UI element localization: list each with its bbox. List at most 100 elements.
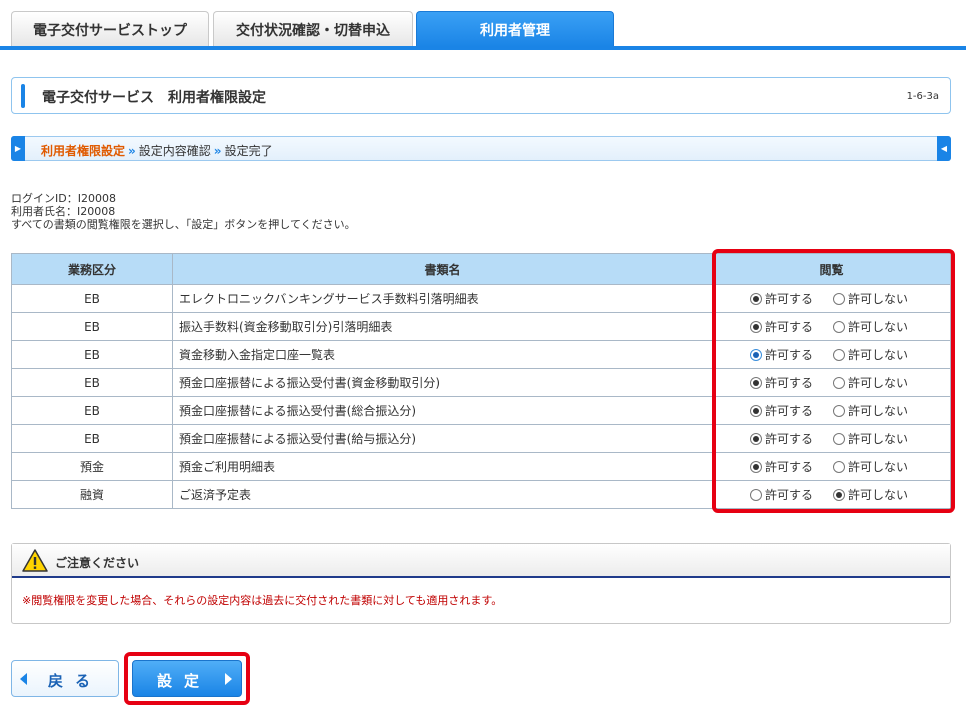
table-header-row: 業務区分 書類名 閲覧 bbox=[11, 253, 951, 285]
row-document: 預金口座振替による振込受付書(総合振込分) bbox=[172, 396, 713, 425]
row-category: EB bbox=[11, 340, 173, 369]
radio-allow-label: 許可する bbox=[765, 488, 814, 502]
radio-group: 許可する 許可しない bbox=[713, 290, 950, 307]
back-button-label: 戻る bbox=[48, 672, 103, 690]
row-view: 許可する 許可しない bbox=[712, 312, 951, 341]
row-category: EB bbox=[11, 284, 173, 313]
radio-allow-label: 許可する bbox=[765, 404, 814, 418]
radio-deny-label: 許可しない bbox=[848, 348, 909, 362]
page-title-box: 電子交付サービス 利用者権限設定 1-6-3a bbox=[11, 77, 951, 114]
header-document: 書類名 bbox=[172, 253, 713, 285]
radio-allow-circle-icon bbox=[750, 348, 762, 361]
user-name-value: I20008 bbox=[77, 205, 116, 218]
title-accent-bar bbox=[21, 84, 25, 108]
radio-deny-circle-icon bbox=[833, 292, 846, 305]
forward-arrow-icon bbox=[225, 673, 232, 685]
tab-user-management[interactable]: 利用者管理 bbox=[416, 11, 614, 47]
radio-group: 許可する 許可しない bbox=[713, 374, 950, 391]
radio-allow[interactable]: 許可する bbox=[750, 290, 813, 307]
user-name-line: 利用者氏名：I20008 bbox=[11, 205, 356, 218]
radio-allow[interactable]: 許可する bbox=[750, 430, 813, 447]
caution-box: ご注意ください ※閲覧権限を変更した場合、それらの設定内容は過去に交付された書類… bbox=[11, 543, 951, 624]
row-category: EB bbox=[11, 424, 173, 453]
back-button[interactable]: 戻る bbox=[11, 660, 119, 697]
radio-allow-circle-icon bbox=[750, 320, 762, 333]
radio-allow[interactable]: 許可する bbox=[750, 458, 813, 475]
table-row: EB 預金口座振替による振込受付書(資金移動取引分) 許可する 許可しない bbox=[11, 368, 951, 397]
row-category: 預金 bbox=[11, 452, 173, 481]
header-category: 業務区分 bbox=[11, 253, 173, 285]
row-document: 預金口座振替による振込受付書(資金移動取引分) bbox=[172, 368, 713, 397]
set-button[interactable]: 設定 bbox=[132, 660, 242, 697]
radio-allow[interactable]: 許可する bbox=[750, 374, 813, 391]
radio-deny[interactable]: 許可しない bbox=[833, 290, 908, 307]
row-document: 資金移動入金指定口座一覧表 bbox=[172, 340, 713, 369]
radio-allow[interactable]: 許可する bbox=[750, 486, 813, 503]
step-text: 利用者権限設定» 設定内容確認» 設定完了 bbox=[41, 142, 273, 159]
caution-text: ※閲覧権限を変更した場合、それらの設定内容は過去に交付された書類に対しても適用さ… bbox=[22, 594, 503, 607]
radio-allow[interactable]: 許可する bbox=[750, 318, 813, 335]
tab-underline bbox=[0, 46, 966, 50]
radio-deny[interactable]: 許可しない bbox=[833, 374, 908, 391]
row-view: 許可する 許可しない bbox=[712, 424, 951, 453]
radio-group: 許可する 許可しない bbox=[713, 318, 950, 335]
tab-status-check[interactable]: 交付状況確認・切替申込 bbox=[213, 11, 413, 47]
table-row: 預金 預金ご利用明細表 許可する 許可しない bbox=[11, 452, 951, 481]
radio-allow-circle-icon bbox=[750, 488, 762, 501]
step-current: 利用者権限設定 bbox=[41, 144, 126, 158]
radio-allow-circle-icon bbox=[750, 432, 762, 445]
radio-allow-label: 許可する bbox=[765, 292, 814, 306]
login-id-value: I20008 bbox=[77, 192, 116, 205]
radio-deny-circle-icon bbox=[833, 376, 846, 389]
row-view: 許可する 許可しない bbox=[712, 284, 951, 313]
row-document: 振込手数料(資金移動取引分)引落明細表 bbox=[172, 312, 713, 341]
radio-deny-label: 許可しない bbox=[848, 404, 909, 418]
tab-esd-top[interactable]: 電子交付サービストップ bbox=[11, 11, 209, 47]
radio-allow-label: 許可する bbox=[765, 348, 814, 362]
caution-header: ご注意ください bbox=[12, 544, 950, 578]
radio-deny-label: 許可しない bbox=[848, 460, 909, 474]
radio-deny-circle-icon bbox=[833, 460, 846, 473]
radio-deny[interactable]: 許可しない bbox=[833, 346, 908, 363]
radio-deny-circle-icon bbox=[833, 348, 846, 361]
radio-deny-label: 許可しない bbox=[848, 488, 909, 502]
login-id-line: ログインID：I20008 bbox=[11, 192, 356, 205]
page-title: 電子交付サービス 利用者権限設定 bbox=[42, 90, 266, 106]
radio-allow-circle-icon bbox=[750, 292, 762, 305]
screen-code: 1-6-3a bbox=[906, 91, 939, 102]
row-category: EB bbox=[11, 368, 173, 397]
row-document: 預金ご利用明細表 bbox=[172, 452, 713, 481]
radio-deny[interactable]: 許可しない bbox=[833, 486, 908, 503]
row-view: 許可する 許可しない bbox=[712, 340, 951, 369]
radio-deny[interactable]: 許可しない bbox=[833, 430, 908, 447]
radio-deny-circle-icon bbox=[833, 432, 846, 445]
radio-deny[interactable]: 許可しない bbox=[833, 318, 908, 335]
radio-allow-circle-icon bbox=[750, 460, 762, 473]
row-view: 許可する 許可しない bbox=[712, 452, 951, 481]
radio-allow-label: 許可する bbox=[765, 320, 814, 334]
radio-group: 許可する 許可しない bbox=[713, 402, 950, 419]
step-confirm: 設定内容確認 bbox=[138, 144, 211, 158]
radio-group: 許可する 許可しない bbox=[713, 486, 950, 503]
radio-deny[interactable]: 許可しない bbox=[833, 402, 908, 419]
radio-deny-circle-icon bbox=[833, 320, 846, 333]
radio-allow-circle-icon bbox=[750, 376, 762, 389]
row-view: 許可する 許可しない bbox=[712, 368, 951, 397]
caution-title: ご注意ください bbox=[55, 556, 140, 570]
step-separator-icon: » bbox=[213, 144, 222, 158]
tab-bar: 電子交付サービストップ 交付状況確認・切替申込 利用者管理 bbox=[0, 0, 966, 50]
radio-deny[interactable]: 許可しない bbox=[833, 458, 908, 475]
step-complete: 設定完了 bbox=[224, 144, 273, 158]
radio-allow[interactable]: 許可する bbox=[750, 346, 813, 363]
radio-group: 許可する 許可しない bbox=[713, 430, 950, 447]
row-document: エレクトロニックバンキングサービス手数料引落明細表 bbox=[172, 284, 713, 313]
radio-deny-circle-icon bbox=[833, 404, 846, 417]
step-separator-icon: » bbox=[128, 144, 136, 158]
table-row: EB 預金口座振替による振込受付書(総合振込分) 許可する 許可しない bbox=[11, 396, 951, 425]
row-category: EB bbox=[11, 312, 173, 341]
radio-allow-circle-icon bbox=[750, 404, 762, 417]
radio-deny-label: 許可しない bbox=[848, 432, 909, 446]
radio-deny-label: 許可しない bbox=[848, 292, 909, 306]
radio-allow[interactable]: 許可する bbox=[750, 402, 813, 419]
radio-allow-label: 許可する bbox=[765, 376, 814, 390]
